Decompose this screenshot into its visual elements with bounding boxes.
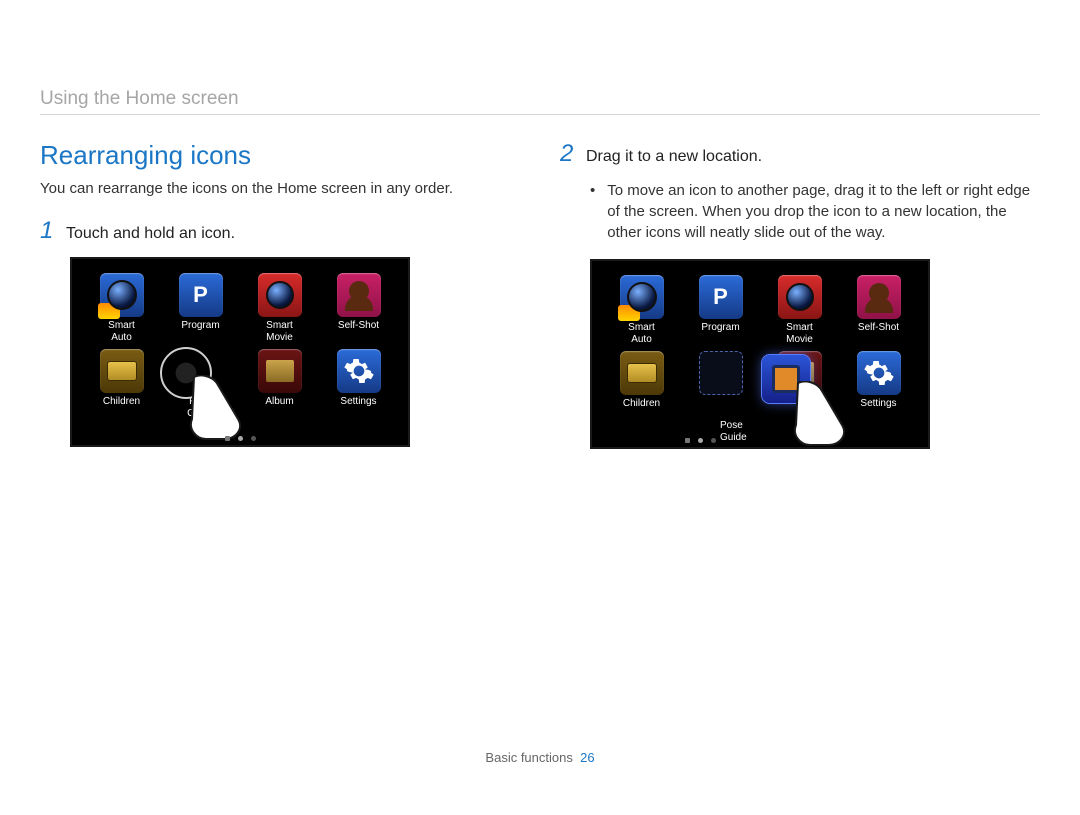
- breadcrumb: Using the Home screen: [40, 88, 239, 110]
- program-icon: P: [699, 275, 743, 319]
- gear-icon: [337, 349, 381, 393]
- program-icon: P: [179, 273, 223, 317]
- app-program[interactable]: P Program: [169, 273, 232, 343]
- app-label: SmartAuto: [108, 320, 135, 343]
- app-label: Children: [103, 396, 140, 418]
- drop-slot[interactable]: [689, 351, 752, 420]
- left-column: Rearranging icons You can rearrange the …: [40, 140, 520, 449]
- camera-lens-icon: [100, 273, 144, 317]
- app-settings[interactable]: Settings: [847, 351, 910, 420]
- divider: [40, 114, 1040, 115]
- page-footer: Basic functions 26: [0, 750, 1080, 765]
- app-label: Settings: [860, 398, 896, 420]
- app-smart-auto[interactable]: SmartAuto: [90, 273, 153, 343]
- step-1: 1 Touch and hold an icon.: [40, 217, 520, 245]
- movie-icon: [778, 275, 822, 319]
- children-icon: [620, 351, 664, 395]
- app-self-shot[interactable]: Self-Shot: [327, 273, 390, 343]
- step-2-bullet: To move an icon to another page, drag it…: [560, 180, 1040, 243]
- app-label: SmartMovie: [266, 320, 293, 343]
- step-text: Drag it to a new location.: [586, 148, 762, 166]
- app-children[interactable]: Children: [610, 351, 673, 420]
- step-text: Touch and hold an icon.: [66, 225, 235, 243]
- app-program[interactable]: P Program: [689, 275, 752, 345]
- step-2: 2 Drag it to a new location.: [560, 140, 1040, 168]
- app-label: SmartAuto: [628, 322, 655, 345]
- app-label: PoseGuide: [187, 396, 214, 419]
- app-label: Self-Shot: [338, 320, 379, 342]
- movie-icon: [258, 273, 302, 317]
- app-label: SmartMovie: [786, 322, 813, 345]
- content-columns: Rearranging icons You can rearrange the …: [40, 140, 1040, 449]
- person-icon: [337, 273, 381, 317]
- dragging-pose-guide-icon[interactable]: [762, 355, 810, 403]
- camera-lens-icon: [620, 275, 664, 319]
- album-icon: [258, 349, 302, 393]
- person-icon: [857, 275, 901, 319]
- app-settings[interactable]: Settings: [327, 349, 390, 419]
- app-children[interactable]: Children: [90, 349, 153, 419]
- section-intro: You can rearrange the icons on the Home …: [40, 179, 520, 199]
- children-icon: [100, 349, 144, 393]
- app-self-shot[interactable]: Self-Shot: [847, 275, 910, 345]
- app-smart-movie[interactable]: SmartMovie: [768, 275, 831, 345]
- screenshot-drag: SmartAuto P Program SmartMovie Self-Shot…: [590, 259, 930, 449]
- app-album[interactable]: Album: [248, 349, 311, 419]
- app-smart-auto[interactable]: SmartAuto: [610, 275, 673, 345]
- app-label: Album: [265, 396, 293, 418]
- page-indicator: [72, 436, 408, 441]
- page-indicator: [472, 438, 928, 443]
- page-number: 26: [580, 750, 594, 765]
- section-title: Rearranging icons: [40, 140, 520, 171]
- app-label: Self-Shot: [858, 322, 899, 344]
- right-column: 2 Drag it to a new location. To move an …: [560, 140, 1040, 449]
- app-label: Program: [181, 320, 219, 342]
- step-number: 1: [40, 217, 56, 245]
- footer-section: Basic functions: [485, 750, 572, 765]
- app-label: Children: [623, 398, 660, 420]
- screenshot-touch-hold: SmartAuto P Program SmartMovie Self-Shot…: [70, 257, 410, 447]
- step-number: 2: [560, 140, 576, 168]
- touch-ring-indicator: [160, 347, 212, 399]
- app-smart-movie[interactable]: SmartMovie: [248, 273, 311, 343]
- app-label: Settings: [340, 396, 376, 418]
- empty-slot-icon: [699, 351, 743, 395]
- gear-icon: [857, 351, 901, 395]
- app-label: Program: [701, 322, 739, 344]
